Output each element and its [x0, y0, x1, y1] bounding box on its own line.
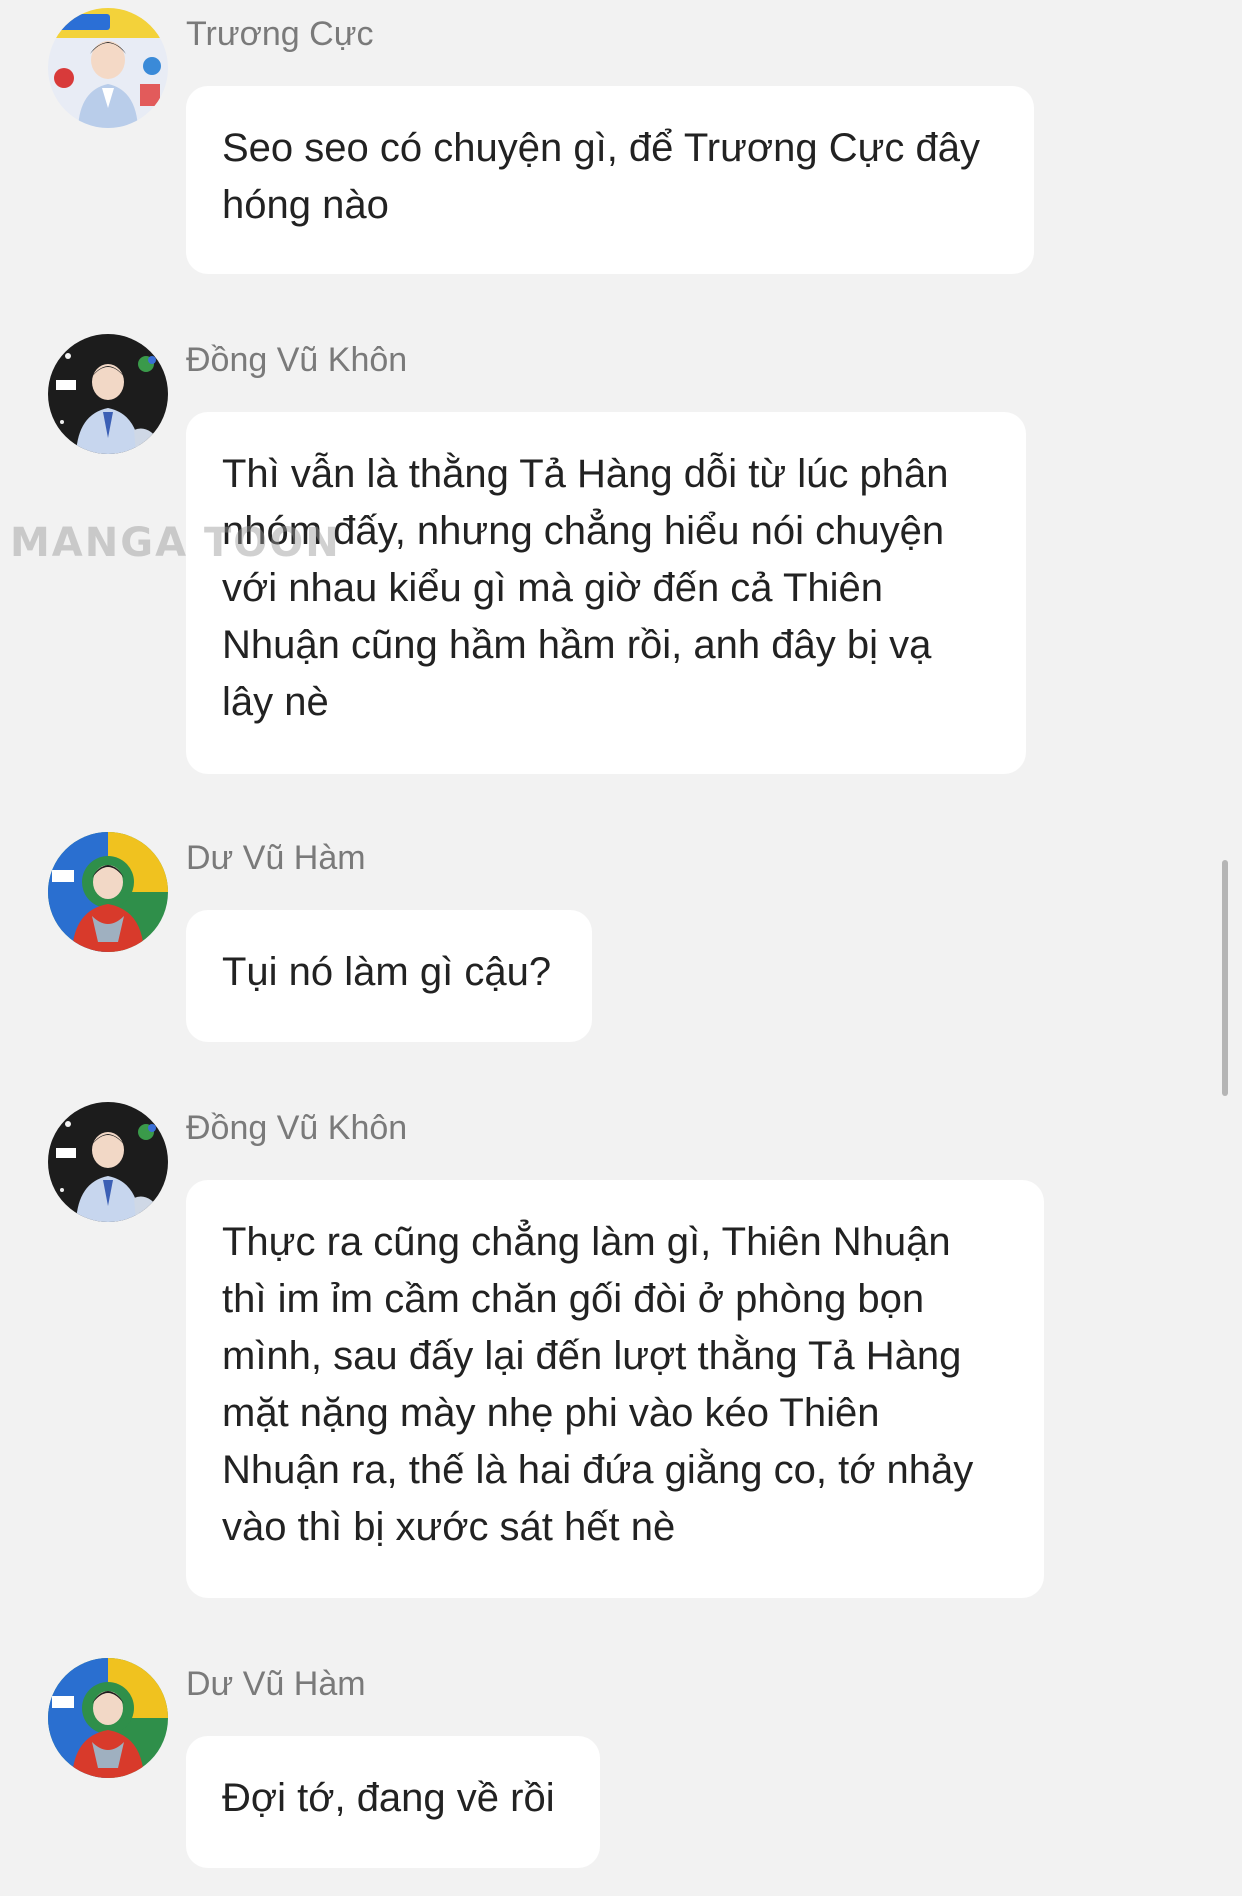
message-text: Thì vẫn là thằng Tả Hàng dỗi từ lúc phân… — [222, 452, 949, 724]
avatar-du-vu-ham-icon[interactable] — [48, 1658, 168, 1778]
message-text: Đợi tớ, đang về rồi — [222, 1776, 555, 1820]
watermark: MANGA TOON — [10, 520, 341, 566]
sender-name: Đồng Vũ Khôn — [186, 341, 408, 379]
avatar-dong-vu-khon-icon[interactable] — [48, 1102, 168, 1222]
avatar-truong-cuc-icon[interactable] — [48, 8, 168, 128]
message-bubble[interactable]: Seo seo có chuyện gì, để Trương Cực đây … — [186, 86, 1034, 274]
message-bubble[interactable]: Thì vẫn là thằng Tả Hàng dỗi từ lúc phân… — [186, 412, 1026, 774]
sender-name: Dư Vũ Hàm — [186, 1665, 366, 1703]
message-bubble[interactable]: Đợi tớ, đang về rồi — [186, 1736, 600, 1868]
message-bubble[interactable]: Thực ra cũng chẳng làm gì, Thiên Nhuận t… — [186, 1180, 1044, 1598]
sender-name: Đồng Vũ Khôn — [186, 1109, 408, 1147]
message-text: Seo seo có chuyện gì, để Trương Cực đây … — [222, 126, 980, 227]
avatar-du-vu-ham-icon[interactable] — [48, 832, 168, 952]
avatar-dong-vu-khon-icon[interactable] — [48, 334, 168, 454]
sender-name: Dư Vũ Hàm — [186, 839, 366, 877]
message-text: Tụi nó làm gì cậu? — [222, 950, 552, 994]
chat-thread[interactable]: Trương Cực Seo seo có chuyện gì, để Trươ… — [0, 0, 1242, 1896]
message-bubble[interactable]: Tụi nó làm gì cậu? — [186, 910, 592, 1042]
scrollbar[interactable] — [1222, 860, 1228, 1096]
message-text: Thực ra cũng chẳng làm gì, Thiên Nhuận t… — [222, 1220, 974, 1549]
sender-name: Trương Cực — [186, 15, 374, 53]
